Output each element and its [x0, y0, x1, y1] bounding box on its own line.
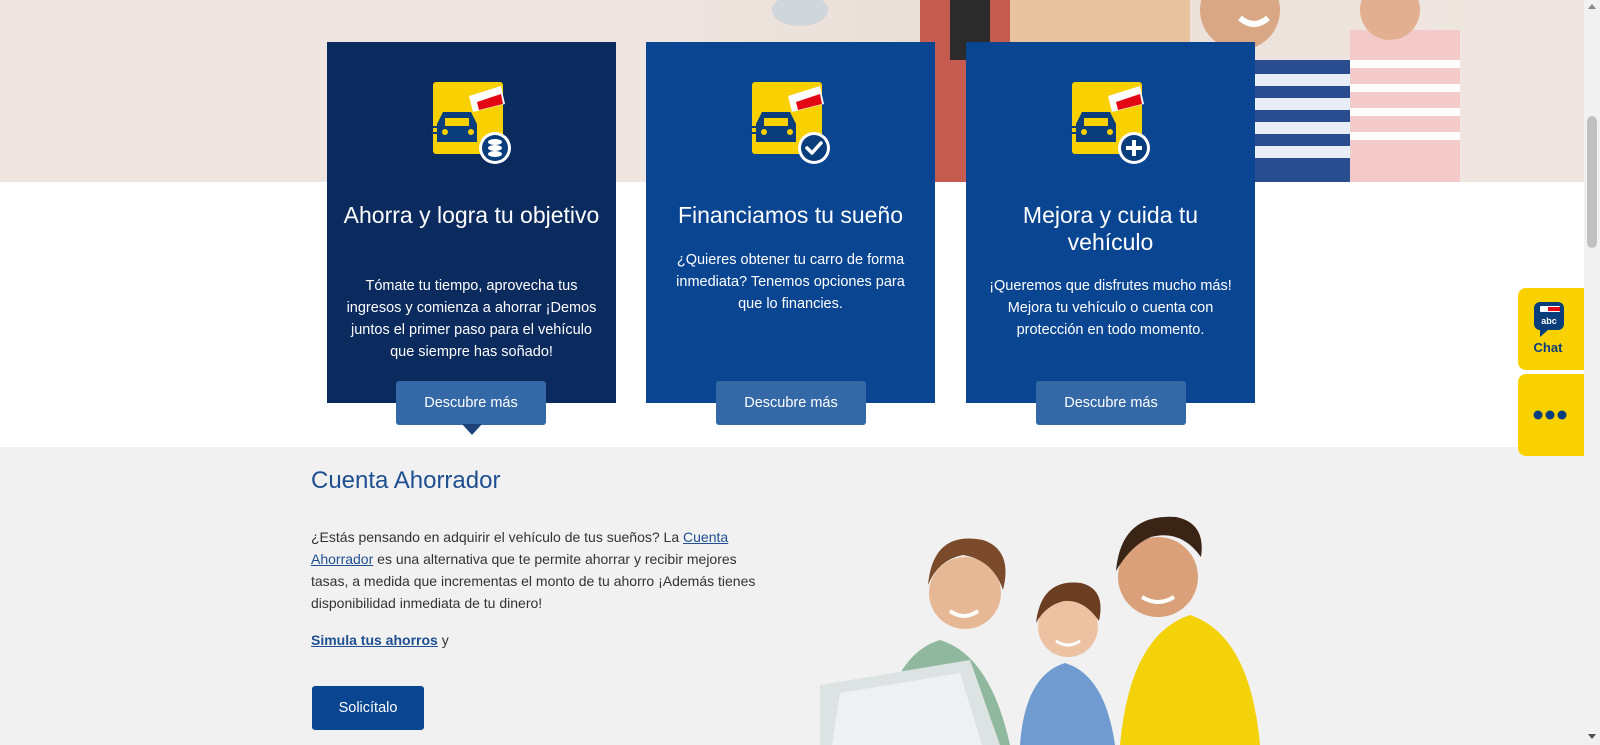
card-description: ¡Queremos que disfrutes mucho más! Mejor… [989, 278, 1232, 338]
description-text: ¿Estás pensando en adquirir el vehículo … [311, 529, 684, 545]
card-description: Tómate tu tiempo, aprovecha tus ingresos… [346, 278, 597, 360]
family-laptop-photo [820, 515, 1270, 745]
simula-ahorros-link[interactable]: Simula tus ahorros [311, 632, 438, 648]
descubre-mas-mejora-button[interactable]: Descubre más [1036, 381, 1186, 425]
card-title: Ahorra y logra tu objetivo [343, 202, 600, 228]
descubre-mas-financiamos-button[interactable]: Descubre más [716, 381, 866, 425]
cuenta-section-background [0, 447, 1584, 745]
card-mejora: Mejora y cuida tu vehículo ¡Queremos que… [966, 42, 1255, 403]
chat-label: Chat [1533, 340, 1563, 355]
chat-widget[interactable]: abc Chat [1518, 288, 1584, 370]
solicitalo-button[interactable]: Solicítalo [312, 686, 424, 730]
scroll-down-arrow-icon[interactable] [1588, 734, 1596, 739]
car-plus-icon [1070, 82, 1150, 164]
scrollbar-thumb[interactable] [1587, 116, 1597, 248]
chat-icon-text: abc [1541, 316, 1557, 326]
simula-line: Simula tus ahorros y [311, 632, 449, 648]
card-title: Financiamos tu sueño [677, 202, 903, 228]
more-options-widget[interactable] [1518, 374, 1584, 456]
chat-bubble-icon: abc [1534, 302, 1564, 337]
simula-suffix: y [437, 632, 449, 648]
section-description: ¿Estás pensando en adquirir el vehículo … [311, 526, 771, 614]
card-description: ¿Quieres obtener tu carro de forma inmed… [676, 252, 905, 312]
descubre-mas-ahorra-button[interactable]: Descubre más [396, 381, 546, 425]
section-title: Cuenta Ahorrador [311, 467, 501, 494]
scroll-up-arrow-icon[interactable] [1588, 4, 1596, 9]
card-ahorra: Ahorra y logra tu objetivo Tómate tu tie… [327, 42, 616, 403]
card-financiamos: Financiamos tu sueño ¿Quieres obtener tu… [646, 42, 935, 403]
card-title: Mejora y cuida tu vehículo [1022, 202, 1199, 255]
active-tab-caret [462, 424, 482, 435]
car-approved-icon [750, 82, 830, 164]
page-scrollbar[interactable] [1584, 0, 1600, 745]
description-text-continued: es una alternativa que te permite ahorra… [311, 551, 756, 611]
car-savings-icon [431, 82, 511, 164]
more-dots-icon [1533, 410, 1567, 420]
